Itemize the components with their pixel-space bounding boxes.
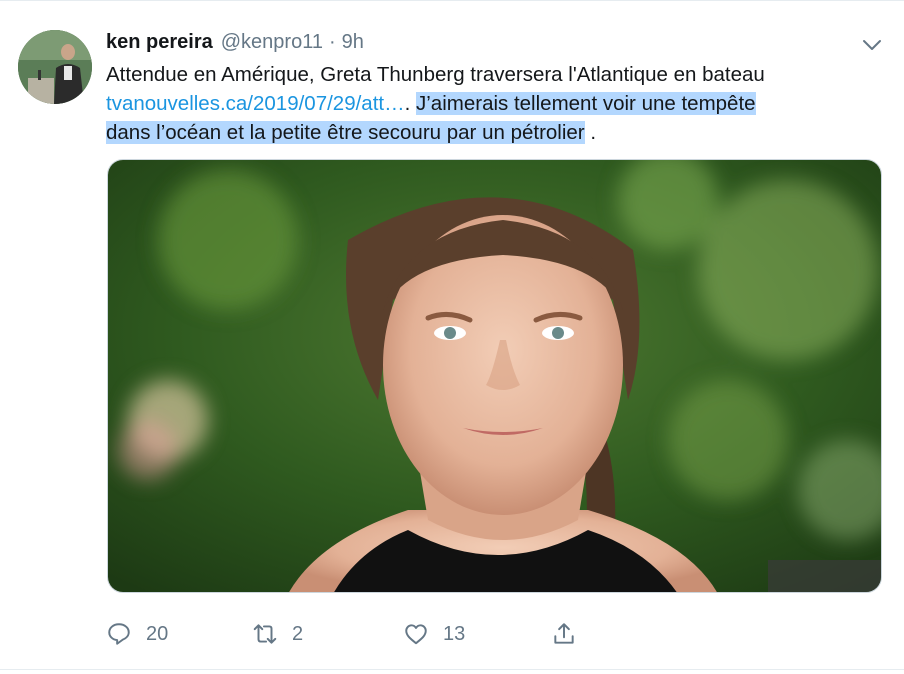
tweet-text: Attendue en Amérique, Greta Thunberg tra… <box>106 60 896 147</box>
tweet-media-photo[interactable] <box>107 159 882 593</box>
avatar-image <box>18 30 92 104</box>
photo-image <box>108 160 881 592</box>
reply-icon <box>108 623 130 645</box>
header-separator: · <box>328 30 336 53</box>
share-button[interactable] <box>551 619 577 649</box>
reply-count: 20 <box>146 622 169 645</box>
like-count: 13 <box>443 622 466 645</box>
selected-text-2: dans l’océan et la petite être secouru p… <box>106 121 585 144</box>
retweet-count: 2 <box>292 622 304 645</box>
tweet-text-tail: . <box>584 121 597 144</box>
tweet-text-after-link: . <box>404 92 416 115</box>
heart-icon <box>405 624 427 645</box>
user-handle[interactable]: @kenpro11 <box>221 31 323 54</box>
display-name[interactable]: ken pereira <box>106 31 213 54</box>
tweet-card[interactable]: ken pereira @kenpro11 · 9h Attendue en A… <box>0 0 904 674</box>
like-button[interactable]: 13 <box>403 619 465 649</box>
chevron-down-icon[interactable] <box>860 33 884 57</box>
reply-button[interactable]: 20 <box>106 619 168 649</box>
retweet-button[interactable]: 2 <box>252 619 303 649</box>
tweet-actions: 20 2 13 <box>106 619 606 649</box>
selected-text-1: J’aimerais tellement voir une tempête <box>416 92 756 115</box>
avatar[interactable] <box>18 30 92 104</box>
retweet-icon <box>253 624 277 644</box>
share-icon <box>554 623 574 644</box>
tweet-text-line-1: Attendue en Amérique, Greta Thunberg tra… <box>106 63 765 86</box>
tweet-link[interactable]: tvanouvelles.ca/2019/07/29/att… <box>106 92 405 115</box>
tweet-timestamp[interactable]: 9h <box>342 31 364 54</box>
tweet-header: ken pereira @kenpro11 · 9h <box>106 30 364 54</box>
